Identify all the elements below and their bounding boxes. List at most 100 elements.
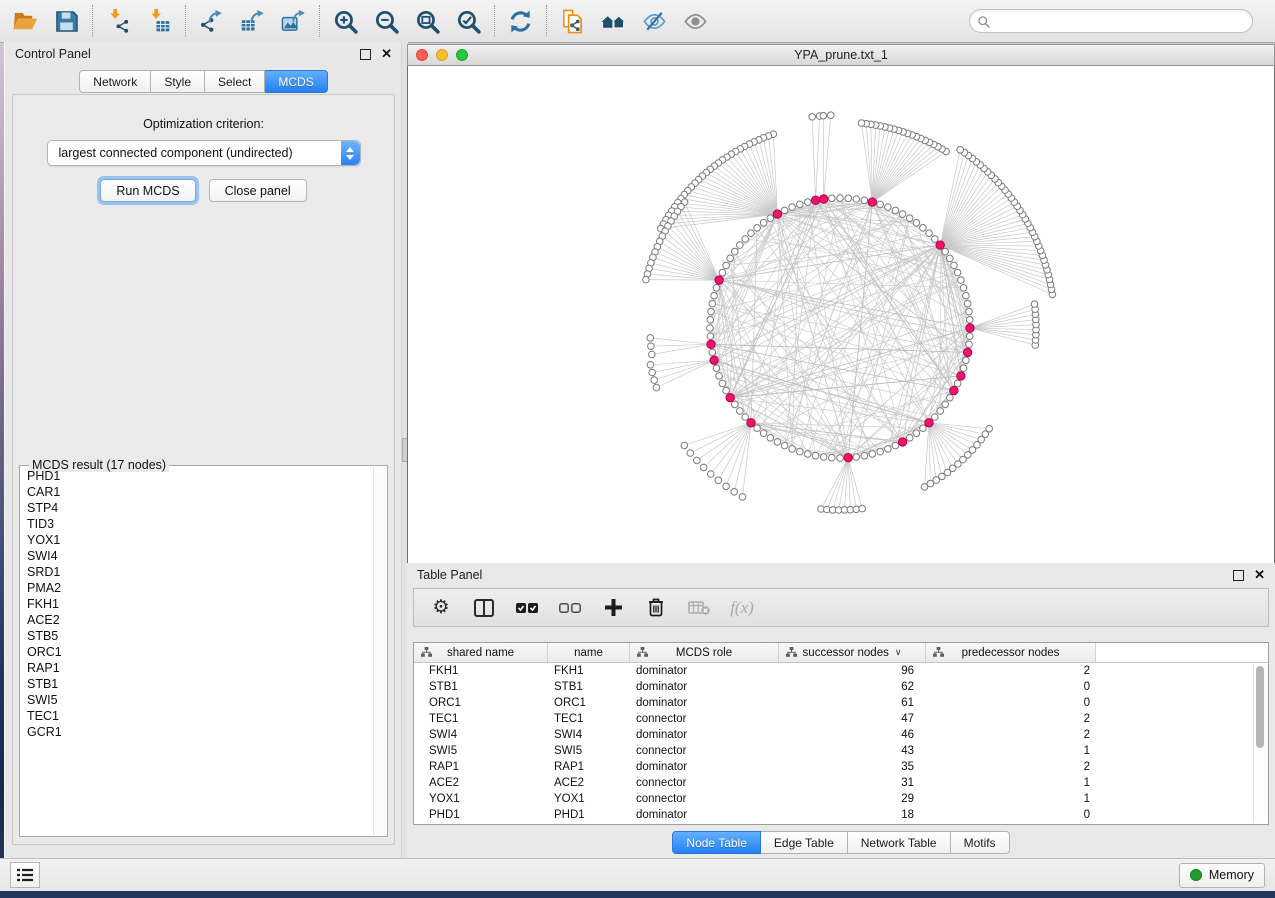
column-layout-icon[interactable] (473, 597, 495, 619)
mcds-node-item[interactable]: RAP1 (21, 660, 374, 676)
network-graph[interactable] (408, 66, 1274, 561)
mcds-node-item[interactable]: STB1 (21, 676, 374, 692)
table-row[interactable]: FKH1FKH1dominator962 (414, 663, 1268, 679)
column-header-successor-nodes[interactable]: successor nodes∨ (779, 643, 926, 662)
mcds-node-item[interactable]: CAR1 (21, 484, 374, 500)
delete-table-icon (688, 597, 710, 619)
cell-MCDS-role: dominator (630, 761, 779, 773)
cell-MCDS-role: dominator (630, 729, 779, 741)
table-row[interactable]: TEC1TEC1connector472 (414, 711, 1268, 727)
show-hidden-icon[interactable] (683, 9, 708, 34)
clone-network-icon[interactable] (560, 9, 585, 34)
optimization-criterion-dropdown[interactable]: largest connected component (undirected) (47, 140, 361, 166)
node-table[interactable]: shared namenameMCDS rolesuccessor nodes∨… (413, 642, 1269, 825)
mcds-node-item[interactable]: TEC1 (21, 708, 374, 724)
import-table-icon[interactable] (147, 9, 172, 34)
close-panel-button[interactable]: Close panel (209, 179, 307, 202)
tab-network[interactable]: Network (79, 70, 151, 93)
export-image-icon[interactable] (281, 9, 306, 34)
mcds-node-item[interactable]: STP4 (21, 500, 374, 516)
mcds-node-item[interactable]: YOX1 (21, 532, 374, 548)
mcds-node-item[interactable]: ACE2 (21, 612, 374, 628)
table-row[interactable]: STB1STB1dominator620 (414, 679, 1268, 695)
run-mcds-button[interactable]: Run MCDS (100, 179, 195, 202)
export-network-icon[interactable] (199, 9, 224, 34)
tab-style[interactable]: Style (151, 70, 205, 93)
export-table-icon[interactable] (240, 9, 265, 34)
float-table-panel-icon[interactable] (1233, 570, 1244, 581)
table-row[interactable]: ORC1ORC1dominator610 (414, 695, 1268, 711)
mcds-node-item[interactable]: SRD1 (21, 564, 374, 580)
import-network-icon[interactable] (106, 9, 131, 34)
close-table-panel-icon[interactable]: ✕ (1254, 570, 1265, 580)
hide-selected-icon[interactable] (642, 9, 667, 34)
mcds-node-item[interactable]: FKH1 (21, 596, 374, 612)
search-box[interactable] (969, 9, 1253, 33)
mcds-node-item[interactable]: ORC1 (21, 644, 374, 660)
column-header-predecessor-nodes[interactable]: predecessor nodes (926, 643, 1096, 662)
save-session-icon[interactable] (54, 9, 79, 34)
zoom-fit-icon[interactable] (415, 9, 440, 34)
mcds-node-item[interactable]: SWI4 (21, 548, 374, 564)
mcds-node-item[interactable]: SWI5 (21, 692, 374, 708)
cell-shared-name: TEC1 (414, 713, 548, 725)
table-scrollbar-thumb[interactable] (1256, 666, 1264, 748)
table-row[interactable]: PHD1PHD1dominator180 (414, 807, 1268, 823)
table-row[interactable]: ACE2ACE2connector311 (414, 775, 1268, 791)
mcds-result-group: MCDS result (17 nodes) PHD1CAR1STP4TID3Y… (19, 465, 388, 837)
mcds-node-item[interactable]: TID3 (21, 516, 374, 532)
table-scrollbar[interactable] (1253, 663, 1267, 823)
add-column-icon[interactable] (602, 597, 624, 619)
zoom-out-icon[interactable] (374, 9, 399, 34)
delete-column-icon[interactable] (645, 597, 667, 619)
open-session-icon[interactable] (13, 9, 38, 34)
control-panel-header: Control Panel ✕ (5, 42, 402, 66)
select-all-checkboxes-icon[interactable] (516, 597, 538, 619)
show-all-icon[interactable] (601, 9, 626, 34)
memory-button[interactable]: Memory (1179, 863, 1265, 888)
table-row[interactable]: SWI5SWI5connector431 (414, 743, 1268, 759)
cell-MCDS-role: dominator (630, 809, 779, 821)
tab-network-table[interactable]: Network Table (848, 831, 951, 854)
search-icon (977, 15, 990, 28)
cell-successor-nodes: 96 (779, 665, 926, 677)
mcds-list-scrollbar[interactable] (373, 467, 386, 835)
tab-motifs[interactable]: Motifs (951, 831, 1010, 854)
deselect-all-checkboxes-icon[interactable] (559, 597, 581, 619)
mcds-node-item[interactable]: PHD1 (21, 468, 374, 484)
network-window-title: YPA_prune.txt_1 (408, 48, 1274, 62)
column-header-shared-name[interactable]: shared name (414, 643, 548, 662)
table-header-row: shared namenameMCDS rolesuccessor nodes∨… (414, 643, 1268, 663)
column-header-MCDS-role[interactable]: MCDS role (630, 643, 779, 662)
cell-MCDS-role: connector (630, 745, 779, 757)
tab-node-table[interactable]: Node Table (672, 831, 761, 854)
mcds-node-item[interactable]: STB5 (21, 628, 374, 644)
network-window-titlebar: YPA_prune.txt_1 (407, 44, 1275, 66)
cell-successor-nodes: 47 (779, 713, 926, 725)
close-panel-icon[interactable]: ✕ (381, 49, 392, 59)
search-input[interactable] (995, 13, 1245, 29)
zoom-selected-icon[interactable] (456, 9, 481, 34)
column-header-name[interactable]: name (548, 643, 630, 662)
mcds-node-item[interactable]: PMA2 (21, 580, 374, 596)
cell-shared-name: STB1 (414, 681, 548, 693)
refresh-view-icon[interactable] (508, 9, 533, 34)
zoom-in-icon[interactable] (333, 9, 358, 34)
mcds-result-list[interactable]: PHD1CAR1STP4TID3YOX1SWI4SRD1PMA2FKH1ACE2… (21, 468, 374, 835)
tab-edge-table[interactable]: Edge Table (761, 831, 848, 854)
toolbar-group-export (186, 9, 319, 34)
settings-gear-icon[interactable]: ⚙ (430, 597, 452, 619)
cell-MCDS-role: dominator (630, 697, 779, 709)
tab-select[interactable]: Select (205, 70, 265, 93)
cell-shared-name: YOX1 (414, 793, 548, 805)
task-history-button[interactable] (10, 862, 40, 888)
table-row[interactable]: RAP1RAP1dominator352 (414, 759, 1268, 775)
table-row[interactable]: YOX1YOX1connector291 (414, 791, 1268, 807)
mcds-node-item[interactable]: GCR1 (21, 724, 374, 740)
table-row[interactable]: SWI4SWI4dominator462 (414, 727, 1268, 743)
network-view[interactable] (407, 66, 1275, 564)
cell-name: TEC1 (548, 713, 630, 725)
sort-desc-icon: ∨ (895, 647, 902, 658)
float-panel-icon[interactable] (360, 49, 371, 60)
tab-mcds[interactable]: MCDS (265, 70, 327, 93)
